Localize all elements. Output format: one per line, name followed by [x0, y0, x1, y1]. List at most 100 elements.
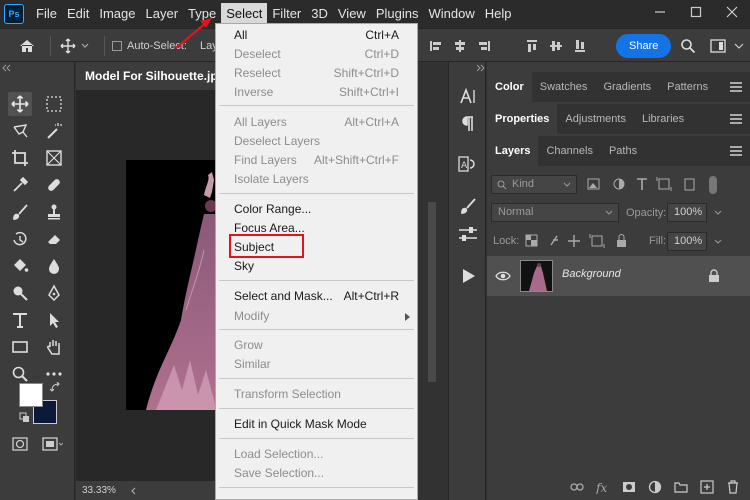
layers-panel-menu-icon[interactable] — [730, 146, 742, 156]
menu-file[interactable]: File — [31, 3, 62, 25]
layer-filter-kind[interactable]: Kind — [491, 175, 577, 194]
glyphs-panel-button[interactable]: A — [456, 152, 480, 176]
tab-adjustments[interactable]: Adjustments — [557, 104, 634, 134]
tab-layers[interactable]: Layers — [487, 136, 539, 166]
blend-mode-dropdown[interactable]: Normal — [491, 203, 619, 222]
delete-layer-button[interactable] — [726, 480, 740, 494]
stamp-tool[interactable] — [42, 200, 66, 224]
menu-item-find-layers[interactable]: Find Layers Alt+Shift+Ctrl+F — [216, 151, 417, 170]
marquee-tool[interactable] — [42, 92, 66, 116]
menu-filter[interactable]: Filter — [267, 3, 306, 25]
brush-settings-button[interactable] — [456, 194, 480, 218]
menu-item-similar[interactable]: Similar — [216, 355, 417, 374]
chevron-down-icon[interactable] — [714, 238, 722, 246]
actions-panel-button[interactable] — [456, 264, 480, 288]
path-select-tool[interactable] — [42, 308, 66, 332]
align-vertical-centers-icon[interactable] — [453, 39, 467, 53]
lasso-tool[interactable] — [8, 119, 32, 143]
eraser-tool[interactable] — [42, 227, 66, 251]
character-panel-button[interactable] — [456, 84, 480, 108]
crop-tool[interactable] — [8, 146, 32, 170]
move-tool[interactable] — [8, 92, 32, 116]
menu-item-modify[interactable]: Modify — [216, 307, 417, 326]
hand-tool[interactable] — [42, 335, 66, 359]
dock-collapse-icon[interactable] — [449, 64, 487, 72]
menu-item-grow[interactable]: Grow — [216, 336, 417, 355]
tab-paths[interactable]: Paths — [601, 136, 645, 166]
menu-layer[interactable]: Layer — [141, 3, 184, 25]
swap-colors-icon[interactable] — [49, 381, 62, 397]
zoom-level[interactable]: 33.33% — [82, 485, 116, 496]
new-layer-button[interactable] — [700, 480, 714, 494]
chevron-left-icon[interactable] — [130, 487, 138, 495]
menu-item-inverse[interactable]: Inverse Shift+Ctrl+I — [216, 83, 417, 102]
auto-select-checkbox[interactable]: Auto-Select: — [112, 40, 187, 52]
tab-color[interactable]: Color — [487, 72, 532, 102]
vertical-scrollbar[interactable] — [428, 202, 436, 382]
foreground-color-swatch[interactable] — [19, 383, 43, 407]
move-tool-preset[interactable] — [60, 29, 90, 63]
menu-item-quick-mask[interactable]: Edit in Quick Mask Mode — [216, 415, 417, 434]
quick-mask-button[interactable] — [8, 432, 32, 456]
menu-item-sky[interactable]: Sky — [216, 257, 417, 276]
rectangle-tool[interactable] — [8, 335, 32, 359]
default-colors-icon[interactable] — [19, 412, 31, 427]
tab-libraries[interactable]: Libraries — [634, 104, 692, 134]
menu-item-load-selection[interactable]: Load Selection... — [216, 445, 417, 464]
align-right-edges-icon[interactable] — [477, 39, 491, 53]
distribute-center-icon[interactable] — [549, 39, 563, 53]
history-brush-tool[interactable] — [8, 227, 32, 251]
tab-swatches[interactable]: Swatches — [532, 72, 596, 102]
maximize-button[interactable] — [678, 0, 714, 24]
chevron-down-icon[interactable] — [714, 209, 722, 217]
new-group-button[interactable] — [674, 480, 688, 494]
menu-plugins[interactable]: Plugins — [371, 3, 424, 25]
distribute-bottom-icon[interactable] — [573, 39, 587, 53]
menu-item-save-selection[interactable]: Save Selection... — [216, 464, 417, 483]
menu-item-color-range[interactable]: Color Range... — [216, 200, 417, 219]
frame-tool[interactable] — [42, 146, 66, 170]
menu-item-deselect[interactable]: Deselect Ctrl+D — [216, 45, 417, 64]
menu-type[interactable]: Type — [183, 3, 221, 25]
menu-item-all-layers[interactable]: All Layers Alt+Ctrl+A — [216, 113, 417, 132]
link-layers-button[interactable] — [570, 480, 584, 494]
lock-icons[interactable] — [525, 234, 635, 248]
menu-help[interactable]: Help — [480, 3, 517, 25]
tab-patterns[interactable]: Patterns — [659, 72, 716, 102]
type-tool[interactable] — [8, 308, 32, 332]
magic-wand-tool[interactable] — [42, 119, 66, 143]
filter-toggle[interactable] — [709, 176, 717, 194]
adjust-panel-button[interactable] — [456, 222, 480, 246]
paragraph-panel-button[interactable] — [456, 112, 480, 136]
minimize-button[interactable] — [642, 0, 678, 24]
layer-filter-icons[interactable] — [587, 177, 717, 193]
menu-item-reselect[interactable]: Reselect Shift+Ctrl+D — [216, 64, 417, 83]
dodge-tool[interactable] — [8, 281, 32, 305]
document-tab[interactable]: Model For Silhouette.jpg — [76, 62, 216, 90]
pen-tool[interactable] — [42, 281, 66, 305]
fill-input[interactable]: 100% — [667, 232, 707, 251]
layer-style-button[interactable]: fx — [596, 480, 610, 494]
workspace-dropdown[interactable] — [734, 29, 744, 63]
tab-channels[interactable]: Channels — [538, 136, 600, 166]
menu-image[interactable]: Image — [94, 3, 140, 25]
screen-mode-button[interactable] — [40, 432, 64, 456]
tab-properties[interactable]: Properties — [487, 104, 558, 134]
menu-window[interactable]: Window — [423, 3, 479, 25]
opacity-input[interactable]: 100% — [667, 203, 707, 222]
properties-panel-menu-icon[interactable] — [730, 114, 742, 124]
menu-edit[interactable]: Edit — [62, 3, 94, 25]
align-left-edges-icon[interactable] — [429, 39, 443, 53]
menu-3d[interactable]: 3D — [306, 3, 333, 25]
menu-select[interactable]: Select — [221, 3, 268, 25]
healing-tool[interactable] — [42, 173, 66, 197]
visibility-eye-icon[interactable] — [495, 270, 511, 282]
color-panel-menu-icon[interactable] — [730, 82, 742, 92]
home-button[interactable] — [18, 29, 36, 63]
toolbar-collapse-icon[interactable] — [0, 64, 75, 72]
brush-tool[interactable] — [8, 200, 32, 224]
blur-tool[interactable] — [42, 254, 66, 278]
menu-item-all[interactable]: All Ctrl+A — [216, 26, 417, 45]
close-button[interactable] — [714, 0, 750, 24]
menu-item-select-and-mask[interactable]: Select and Mask... Alt+Ctrl+R — [216, 287, 417, 306]
